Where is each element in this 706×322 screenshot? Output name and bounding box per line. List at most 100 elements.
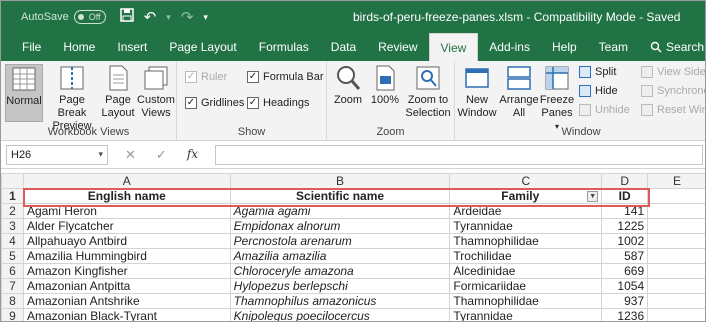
header-cell-scientific-name[interactable]: Scientific name	[229, 188, 451, 204]
tab-view[interactable]: View	[428, 33, 479, 61]
cell-english-name[interactable]: Amazon Kingfisher	[22, 263, 231, 279]
cell-scientific-name[interactable]: Chloroceryle amazona	[229, 263, 451, 279]
cell-scientific-name[interactable]: Empidonax alnorum	[229, 218, 451, 234]
column-header-b[interactable]: B	[229, 173, 451, 189]
autosave-control[interactable]: AutoSave Off	[21, 10, 106, 24]
cell-empty[interactable]	[647, 218, 705, 234]
page-break-preview-button[interactable]: Page Break Preview	[45, 64, 99, 133]
cell-scientific-name[interactable]: Knipolegus poecilocercus	[229, 308, 451, 321]
header-cell-english-name[interactable]: English name	[22, 188, 231, 204]
row-header[interactable]: 8	[1, 293, 24, 309]
cell-id[interactable]: 669	[601, 263, 649, 279]
cell-scientific-name[interactable]: Thamnophilus amazonicus	[229, 293, 451, 309]
cell-id[interactable]: 141	[601, 203, 649, 219]
cell-id[interactable]: 587	[601, 248, 649, 264]
autosave-toggle[interactable]: Off	[73, 10, 106, 24]
unhide-button[interactable]: Unhide	[579, 104, 630, 116]
cell-id[interactable]: 1002	[601, 233, 649, 249]
gridlines-checkbox[interactable]: ✓ Gridlines	[185, 97, 244, 109]
cell-id[interactable]: 1236	[601, 308, 649, 321]
cell-empty[interactable]	[647, 203, 705, 219]
cell-english-name[interactable]: Amazonian Black-Tyrant	[22, 308, 231, 321]
redo-icon[interactable]: ↷	[181, 8, 194, 26]
filter-dropdown-icon[interactable]: ▼	[587, 190, 599, 202]
cell-id[interactable]: 937	[601, 293, 649, 309]
hide-button[interactable]: Hide	[579, 85, 618, 97]
tab-data[interactable]: Data	[320, 33, 367, 61]
insert-function-icon[interactable]: fx	[187, 147, 198, 163]
cell-id[interactable]: 1225	[601, 218, 649, 234]
cell-family[interactable]: Thamnophilidae	[449, 233, 603, 249]
tab-review[interactable]: Review	[367, 33, 428, 61]
chevron-down-icon[interactable]: ▾	[98, 149, 103, 160]
cell-empty[interactable]	[647, 308, 705, 321]
tab-insert[interactable]: Insert	[106, 33, 158, 61]
save-icon[interactable]	[119, 8, 134, 26]
column-header-a[interactable]: A	[22, 173, 231, 189]
tab-page-layout[interactable]: Page Layout	[158, 33, 247, 61]
column-header-c[interactable]: C	[449, 173, 603, 189]
cell-family[interactable]: Alcedinidae	[449, 263, 603, 279]
formula-input[interactable]	[215, 145, 703, 165]
cell-empty[interactable]	[647, 293, 705, 309]
undo-icon[interactable]: ↶	[144, 8, 157, 26]
cell-id[interactable]: 1054	[601, 278, 649, 294]
select-all-corner[interactable]	[1, 173, 24, 189]
synchronous-scrolling-button[interactable]: Synchrono	[641, 85, 705, 97]
cell-english-name[interactable]: Agami Heron	[22, 203, 231, 219]
cell-family[interactable]: Ardeidae	[449, 203, 603, 219]
enter-icon[interactable]: ✓	[156, 147, 167, 163]
column-header-d[interactable]: D	[601, 173, 649, 189]
row-header[interactable]: 5	[1, 248, 24, 264]
undo-dropdown-icon[interactable]: ▾	[166, 12, 171, 23]
tab-file[interactable]: File	[11, 33, 52, 61]
cell-family[interactable]: Tyrannidae	[449, 308, 603, 321]
name-box[interactable]: H26 ▾	[6, 145, 108, 165]
split-button[interactable]: Split	[579, 66, 616, 78]
row-header[interactable]: 3	[1, 218, 24, 234]
cell-scientific-name[interactable]: Hylopezus berlepschi	[229, 278, 451, 294]
cell-english-name[interactable]: Alder Flycatcher	[22, 218, 231, 234]
cell-english-name[interactable]: Allpahuayo Antbird	[22, 233, 231, 249]
row-header[interactable]: 7	[1, 278, 24, 294]
cell-english-name[interactable]: Amazonian Antshrike	[22, 293, 231, 309]
row-header[interactable]: 4	[1, 233, 24, 249]
row-header[interactable]: 9	[1, 308, 24, 321]
row-header[interactable]: 6	[1, 263, 24, 279]
customize-qat-icon[interactable]: ▾	[203, 12, 208, 23]
header-cell-id[interactable]: ID	[601, 188, 649, 204]
cell-empty[interactable]	[647, 248, 705, 264]
normal-view-button[interactable]: Normal	[5, 64, 43, 122]
zoom-button[interactable]: Zoom	[331, 64, 365, 107]
headings-checkbox[interactable]: ✓ Headings	[247, 97, 309, 109]
cell-family[interactable]: Thamnophilidae	[449, 293, 603, 309]
tab-formulas[interactable]: Formulas	[248, 33, 320, 61]
row-header[interactable]: 1	[1, 188, 24, 204]
row-header[interactable]: 2	[1, 203, 24, 219]
new-window-button[interactable]: New Window	[457, 64, 497, 120]
cell-family[interactable]: Tyrannidae	[449, 218, 603, 234]
cancel-icon[interactable]: ✕	[125, 147, 136, 163]
zoom-to-selection-button[interactable]: Zoom to Selection	[403, 64, 453, 120]
formula-bar-checkbox[interactable]: ✓ Formula Bar	[247, 71, 324, 83]
cell-english-name[interactable]: Amazilia Hummingbird	[22, 248, 231, 264]
tell-me-search[interactable]: Search	[639, 33, 705, 61]
column-header-e[interactable]: E	[647, 173, 705, 189]
header-cell-family[interactable]: Family ▼	[449, 188, 603, 204]
cell-empty[interactable]	[647, 233, 705, 249]
cell-scientific-name[interactable]: Percnostola arenarum	[229, 233, 451, 249]
freeze-panes-button[interactable]: Freeze Panes ▾	[539, 64, 575, 133]
tab-home[interactable]: Home	[52, 33, 106, 61]
cell-family[interactable]: Formicariidae	[449, 278, 603, 294]
ruler-checkbox[interactable]: ✓ Ruler	[185, 71, 227, 83]
cell-english-name[interactable]: Amazonian Antpitta	[22, 278, 231, 294]
zoom-100-button[interactable]: 100%	[369, 64, 401, 107]
tab-add-ins[interactable]: Add-ins	[478, 33, 541, 61]
arrange-all-button[interactable]: Arrange All	[499, 64, 539, 120]
reset-window-position-button[interactable]: Reset Win	[641, 104, 705, 116]
cell-scientific-name[interactable]: Agamia agami	[229, 203, 451, 219]
cell-empty[interactable]	[647, 188, 705, 204]
tab-team[interactable]: Team	[588, 33, 639, 61]
cell-family[interactable]: Trochilidae	[449, 248, 603, 264]
page-layout-view-button[interactable]: Page Layout	[101, 64, 135, 120]
